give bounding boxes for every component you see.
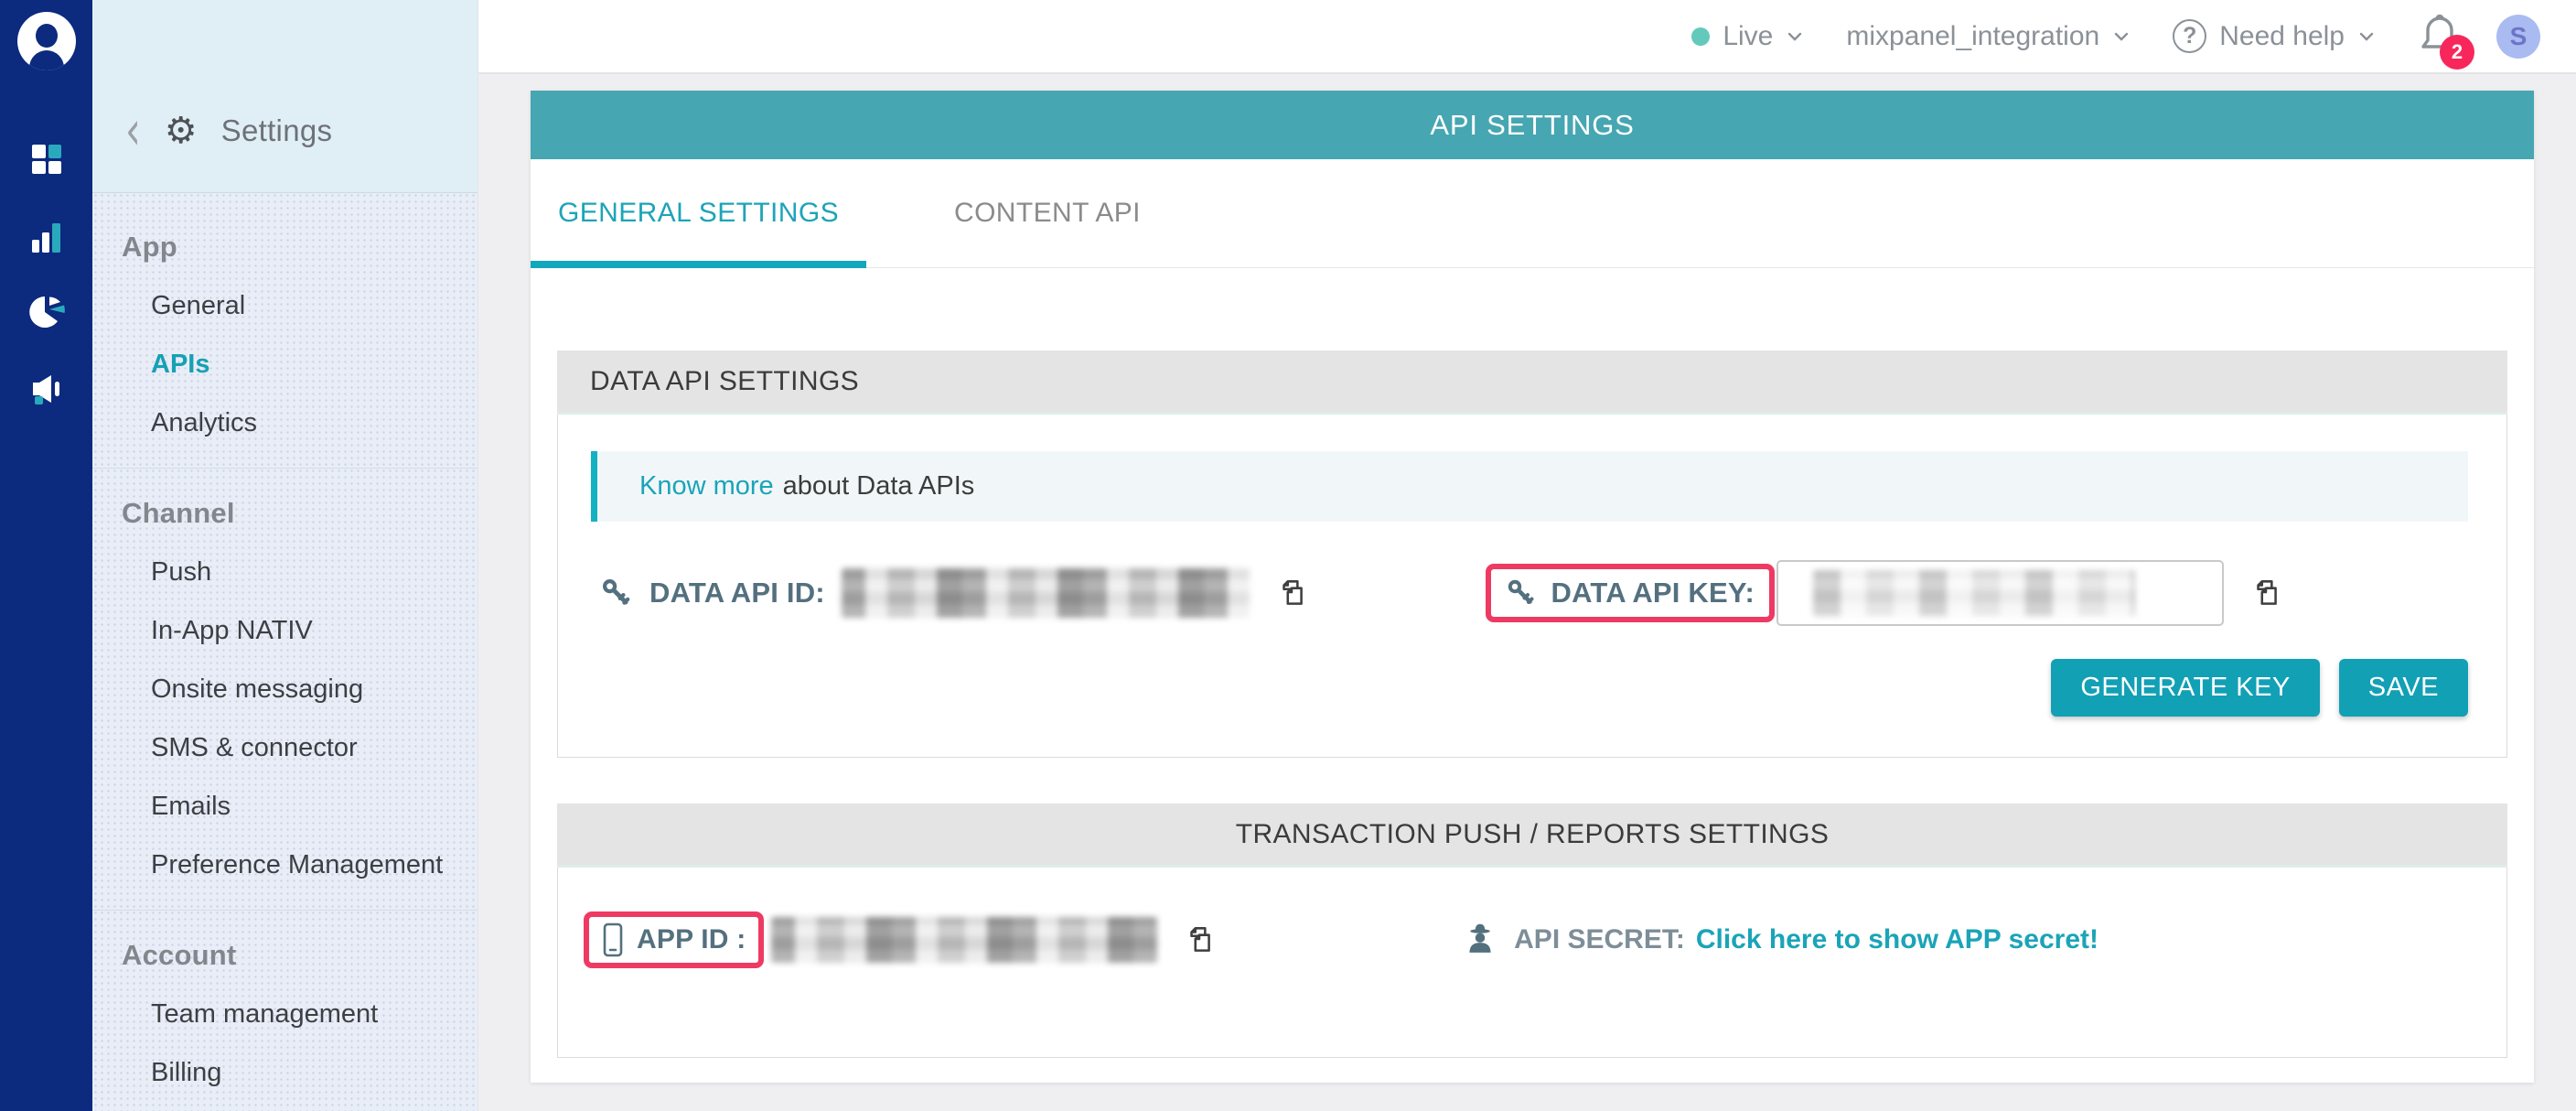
page-title: API SETTINGS [531,91,2534,159]
data-api-key-highlight: DATA API KEY: [1486,564,1775,622]
app-window: ‹ ⚙ Settings App General APIs Analytics … [0,0,2576,1111]
data-api-key-value-redacted [1813,570,2135,616]
transaction-fields-row: APP ID : [584,911,2468,968]
data-api-buttons-row: GENERATE KEY SAVE [591,659,2468,717]
pie-chart-icon[interactable] [0,293,92,331]
help-circle-icon: ? [2173,19,2206,53]
copy-icon [1183,923,1216,956]
api-secret-label: API SECRET: [1514,924,1685,955]
save-button[interactable]: SAVE [2339,659,2468,717]
chevron-down-icon [2357,27,2376,46]
data-api-section-header: DATA API SETTINGS [557,351,2507,415]
data-api-key-input[interactable] [1776,560,2224,626]
settings-title: Settings [221,113,333,148]
megaphone-icon[interactable] [0,370,92,408]
sidebar-item-sms-connector[interactable]: SMS & connector [92,718,478,777]
chevron-down-icon [1786,27,1804,46]
data-api-fields-row: DATA API ID: [591,560,2468,626]
live-status-dot [1691,27,1710,46]
environment-selector[interactable]: Live [1691,21,1804,52]
smartech-logo[interactable] [17,12,76,70]
content-area: API SETTINGS GENERAL SETTINGS CONTENT AP… [478,76,2576,1111]
key-icon [600,577,633,609]
generate-key-button[interactable]: GENERATE KEY [2051,659,2319,717]
copy-data-api-id-button[interactable] [1275,577,1308,609]
know-more-link[interactable]: Know more [639,471,774,502]
sidebar-item-apis[interactable]: APIs [92,335,478,394]
app-id-field: APP ID : [584,911,1216,968]
sidebar-item-billing[interactable]: Billing [92,1043,478,1102]
sidebar-item-inapp-nativ[interactable]: In-App NATIV [92,601,478,660]
key-icon [1506,577,1537,609]
card-body: DATA API SETTINGS Know more about Data A… [531,268,2534,1083]
copy-data-api-key-button[interactable] [2249,577,2282,609]
spy-icon [1463,922,1497,958]
know-more-text: about Data APIs [783,471,975,502]
tab-general-settings[interactable]: GENERAL SETTINGS [531,159,866,267]
app-id-label: APP ID : [637,924,746,955]
help-label: Need help [2219,21,2345,52]
copy-icon [2249,577,2282,609]
project-selector[interactable]: mixpanel_integration [1846,21,2131,52]
data-api-key-field: DATA API KEY: [1486,560,2468,626]
settings-sidebar-header: ‹ ⚙ Settings [92,0,478,193]
topbar: Live mixpanel_integration ? Need help 2 … [478,0,2576,74]
primary-nav-rail [0,0,92,1111]
transaction-section-box: APP ID : [557,868,2507,1058]
nav-section-app: App [92,218,478,276]
tab-content-api[interactable]: CONTENT API [945,159,1150,267]
environment-label: Live [1723,21,1773,52]
transaction-section-header: TRANSACTION PUSH / REPORTS SETTINGS [557,804,2507,868]
notifications-button[interactable]: 2 [2418,11,2465,62]
chevron-down-icon [2112,27,2131,46]
sidebar-item-general[interactable]: General [92,276,478,335]
chevron-left-icon[interactable]: ‹ [125,112,141,150]
copy-icon [1275,577,1308,609]
tab-bar: GENERAL SETTINGS CONTENT API [531,159,2534,268]
copy-app-id-button[interactable] [1183,923,1216,956]
sidebar-item-onsite-messaging[interactable]: Onsite messaging [92,660,478,718]
app-id-value-redacted [771,917,1157,963]
settings-nav-list: App General APIs Analytics Channel Push … [92,193,478,1102]
bar-chart-icon[interactable] [0,220,92,256]
data-api-section-box: Know more about Data APIs [557,415,2507,758]
sidebar-item-team-management[interactable]: Team management [92,985,478,1043]
divider [92,468,478,469]
notification-badge: 2 [2440,35,2474,70]
data-api-id-field: DATA API ID: [600,568,1250,618]
logo-person-body [29,50,64,70]
divider [92,910,478,911]
dashboard-grid-icon[interactable] [0,142,92,177]
data-api-id-value-redacted [842,568,1250,618]
app-id-highlight: APP ID : [584,911,764,968]
avatar[interactable]: S [2496,15,2540,59]
sidebar-item-push[interactable]: Push [92,543,478,601]
phone-icon [602,922,624,957]
nav-section-channel: Channel [92,484,478,543]
show-app-secret-link[interactable]: Click here to show APP secret! [1696,924,2098,955]
main-area: Live mixpanel_integration ? Need help 2 … [478,0,2576,1111]
logo-person-head [36,24,58,48]
nav-section-account: Account [92,926,478,985]
api-secret-field: API SECRET: Click here to show APP secre… [1463,922,2098,958]
api-settings-card: API SETTINGS GENERAL SETTINGS CONTENT AP… [531,91,2534,1083]
gear-icon: ⚙ [165,113,198,149]
help-menu[interactable]: ? Need help [2173,19,2376,53]
settings-sidebar: ‹ ⚙ Settings App General APIs Analytics … [92,0,478,1111]
sidebar-item-emails[interactable]: Emails [92,777,478,836]
data-api-id-label: DATA API ID: [649,577,825,609]
sidebar-item-preference-management[interactable]: Preference Management [92,836,478,894]
project-name: mixpanel_integration [1846,21,2099,52]
sidebar-item-analytics[interactable]: Analytics [92,394,478,452]
data-api-key-label: DATA API KEY: [1551,577,1755,609]
know-more-callout: Know more about Data APIs [591,451,2468,522]
